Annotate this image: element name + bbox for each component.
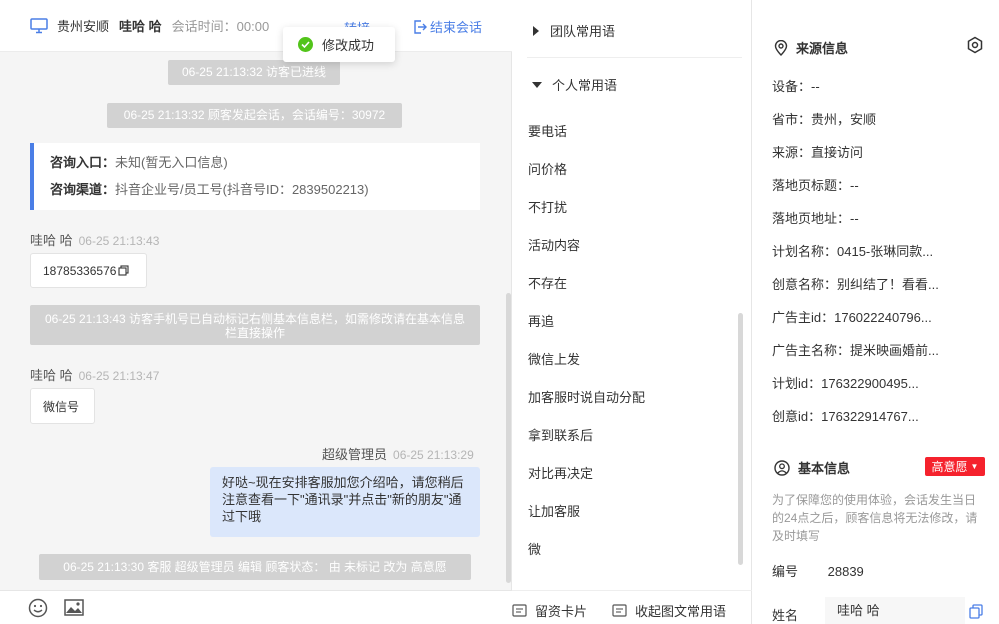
intent-status-label: 高意愿 [931,460,968,474]
phrase-item[interactable]: 要电话 [528,121,567,140]
visitor-info-panel: 来源信息 设备：-- 省市：贵州，安顺 来源：直接访问 落地页标题：-- 落地页… [752,0,999,624]
monitor-icon [30,17,48,34]
source-row: 省市：贵州，安顺 [772,112,877,127]
message-sender: 超级管理员 06-25 21:13:29 [322,444,474,463]
message-text: 18785336576 [43,263,117,278]
message-time: 06-25 21:13:47 [78,369,160,383]
session-time: 会话时间：00:00 [171,19,270,34]
source-info-title: 来源信息 [796,41,849,56]
id-value: 28839 [827,564,864,579]
visitor-name: 哇哈 哈 [119,19,162,34]
collapse-phrases-button[interactable]: 收起图文常用语 [612,601,726,620]
message-icon [612,604,627,617]
message-sender: 哇哈 哈 06-25 21:13:43 [30,230,159,249]
name-label: 姓名 [772,608,799,623]
personal-phrases-group[interactable]: 个人常用语 [532,75,617,94]
agent-message-bubble[interactable]: 好哒~现在安排客服加您介绍哈，请您稍后注意查看一下"通讯录"并点击"新的朋友"通… [210,467,480,537]
phrase-item[interactable]: 让加客服 [528,501,580,520]
lead-card-button[interactable]: 留资卡片 [512,601,587,620]
basic-info-title: 基本信息 [798,461,851,476]
phrase-item[interactable]: 拿到联系后 [528,425,593,444]
location-pin-icon [774,39,788,56]
phrase-item[interactable]: 微 [528,539,541,558]
source-row: 广告主id：176022240796... [772,310,932,325]
phrase-item[interactable]: 微信上发 [528,349,580,368]
collapse-phrases-label: 收起图文常用语 [635,604,727,619]
entry-value: 未知(暂无入口信息) [115,155,228,170]
card-icon [512,604,527,617]
team-phrases-group[interactable]: 团队常用语 [532,21,615,40]
chat-header: 贵州安顺 哇哈 哈 会话时间：00:00 转接 结束会话 [0,0,512,52]
team-phrases-label: 团队常用语 [550,24,616,39]
source-row: 来源：直接访问 [772,145,864,160]
exit-icon [414,19,427,34]
copy-icon [118,265,129,276]
phrase-item[interactable]: 不打扰 [528,197,567,216]
settings-icon[interactable] [966,36,984,57]
chat-toolbar [0,590,512,624]
lead-card-label: 留资卡片 [535,604,588,619]
source-row: 计划id：176322900495... [772,376,919,391]
entry-info-card: 咨询入口：未知(暂无入口信息) 咨询渠道：抖音企业号/员工号(抖音号ID：283… [30,143,480,210]
end-session-button[interactable]: 结束会话 [413,17,482,36]
source-row: 设备：-- [772,79,820,94]
basic-info-header: 基本信息 [774,458,850,477]
image-icon[interactable] [64,599,84,619]
chat-panel: 贵州安顺 哇哈 哈 会话时间：00:00 转接 结束会话 修改成功 06-25 … [0,0,512,624]
source-row: 创意id：176322914767... [772,409,919,424]
system-message: 06-25 21:13:32 顾客发起会话，会话编号：30972 [107,103,402,128]
success-toast: 修改成功 [283,27,395,62]
sender-name: 哇哈 哈 [30,368,73,383]
channel-value: 抖音企业号/员工号(抖音号ID：2839502213) [115,182,369,197]
message-text: 微信号 [43,399,80,414]
system-message: 06-25 21:13:43 访客手机号已自动标记右侧基本信息栏，如需修改请在基… [30,305,480,345]
phrase-item[interactable]: 问价格 [528,159,567,178]
channel-label: 咨询渠道： [50,182,116,197]
phrases-footer: 留资卡片 收起图文常用语 [512,590,752,624]
copy-icon[interactable] [969,604,983,622]
source-row: 计划名称：0415-张琳同款... [772,244,934,259]
id-label: 编号 [772,564,799,579]
personal-phrases-label: 个人常用语 [552,78,618,93]
emoji-icon[interactable] [28,598,48,621]
entry-label: 咨询入口： [50,155,116,170]
user-circle-icon [774,459,790,476]
name-input[interactable]: 哇哈 哈 [825,597,965,624]
id-field: 编号 28839 [772,561,864,580]
phrase-item[interactable]: 对比再决定 [528,463,593,482]
message-sender: 哇哈 哈 06-25 21:13:47 [30,365,159,384]
toast-text: 修改成功 [322,38,375,53]
intent-status-dropdown[interactable]: 高意愿 ▼ [925,457,985,476]
caret-right-icon [533,25,539,36]
phrase-item[interactable]: 加客服时说自动分配 [528,387,645,406]
source-info-header: 来源信息 [774,38,848,57]
message-time: 06-25 21:13:29 [393,448,474,462]
source-row: 广告主名称：提米映画婚前... [772,343,939,358]
system-message: 06-25 21:13:30 客服 超级管理员 编辑 顾客状态： 由 未标记 改… [39,554,471,580]
divider [527,57,742,58]
message-time: 06-25 21:13:43 [78,234,160,248]
visitor-location: 贵州安顺 [57,19,110,34]
message-bubble[interactable]: 微信号 [30,388,95,424]
message-bubble[interactable]: 18785336576 [30,253,147,288]
phrase-item[interactable]: 不存在 [528,273,567,292]
sender-name: 哇哈 哈 [30,233,73,248]
caret-down-icon [532,81,542,88]
chat-scrollbar[interactable] [506,293,511,583]
edit-hint: 为了保障您的使用体验，会话发生当日的24点之后，顾客信息将无法修改，请及时填写 [772,493,978,543]
source-row: 落地页地址：-- [772,211,859,226]
source-row: 落地页标题：-- [772,178,859,193]
phrase-item[interactable]: 活动内容 [528,235,580,254]
phrases-scrollbar[interactable] [738,313,743,565]
system-message: 06-25 21:13:32 访客已进线 [168,60,340,85]
quick-phrases-panel: 团队常用语 个人常用语 要电话 问价格 不打扰 活动内容 不存在 再追 微信上发… [512,0,752,624]
source-row: 创意名称：别纠结了！看看... [772,277,939,292]
caret-down-icon: ▼ [970,462,979,471]
check-circle-icon [298,37,313,52]
sender-name: 超级管理员 [322,447,388,462]
phrase-item[interactable]: 再追 [528,311,554,330]
end-session-label: 结束会话 [430,20,483,35]
